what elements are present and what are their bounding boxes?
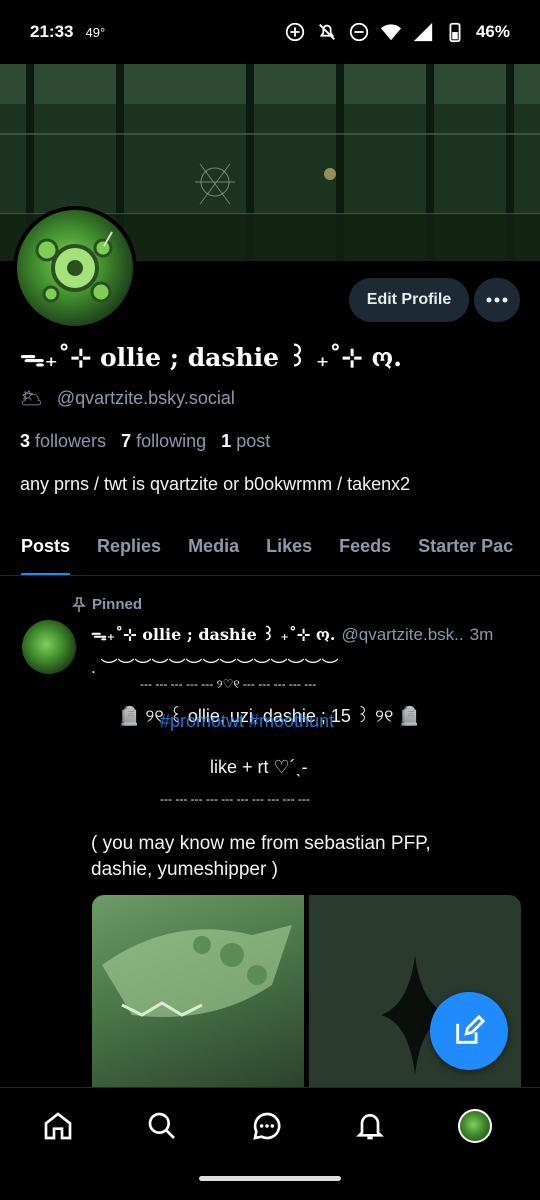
- nav-profile[interactable]: [455, 1106, 495, 1146]
- compose-icon: [456, 1014, 486, 1044]
- tab-posts[interactable]: Posts: [21, 520, 71, 575]
- post-hashtags[interactable]: #promotwt #moothunt: [160, 711, 334, 732]
- post-header: ᯓ₊˚⊹ ollie ; dashie ꒱ ₊˚⊹ ო. @qvartzite.b…: [91, 623, 493, 645]
- data-saver-icon: [285, 22, 305, 42]
- tab-feeds[interactable]: Feeds: [339, 520, 391, 575]
- tab-replies[interactable]: Replies: [97, 520, 161, 575]
- post-line-2: --- --- --- --- --- ୨♡୧ --- --- --- --- …: [140, 677, 317, 691]
- post-line-6: ( you may know me from sebastian PFP,: [91, 833, 431, 854]
- posts-stat: 1 post: [221, 431, 270, 451]
- bell-icon: [356, 1114, 384, 1140]
- wifi-icon: [380, 24, 402, 41]
- tab-starter-packs[interactable]: Starter Pac: [418, 520, 513, 575]
- profile-bio: any prns / twt is qvartzite or b0okwrmm …: [20, 474, 411, 494]
- image-1-art: [102, 925, 292, 1017]
- signal-icon: [413, 22, 433, 42]
- pin-icon: [72, 596, 86, 612]
- more-options-button[interactable]: [474, 278, 520, 322]
- profile-handle[interactable]: @qvartzite.bsky.social: [57, 388, 235, 409]
- edit-profile-button[interactable]: Edit Profile: [349, 278, 469, 322]
- ellipsis-icon: [486, 297, 508, 303]
- followers-count: 3: [20, 431, 31, 451]
- post-line-4: like + rt ♡´ˎ-: [210, 757, 308, 777]
- following-count: 7: [121, 431, 132, 451]
- nav-home[interactable]: [38, 1106, 78, 1146]
- display-name: ᯓ₊˚⊹ ollie ; dashie ꒱ ₊˚⊹ ო.: [20, 343, 402, 372]
- pinned-label: Pinned: [92, 596, 143, 613]
- nav-chat[interactable]: [247, 1106, 287, 1146]
- battery-icon: [449, 22, 461, 43]
- post-author-name[interactable]: ᯓ₊˚⊹ ollie ; dashie ꒱ ₊˚⊹ ო.: [91, 625, 335, 644]
- post-time[interactable]: 3m: [470, 625, 494, 644]
- home-icon: [44, 1112, 72, 1140]
- following-label: following: [136, 431, 207, 451]
- following-stat[interactable]: 7 following: [121, 431, 216, 451]
- chat-icon: [253, 1112, 281, 1140]
- avatar-image: [17, 210, 133, 326]
- nav-search[interactable]: [142, 1106, 182, 1146]
- pinned-indicator: Pinned: [72, 596, 142, 613]
- post-author-handle[interactable]: @qvartzite.bsk..: [341, 625, 463, 644]
- post-image-1[interactable]: [92, 895, 304, 1087]
- profile-avatar[interactable]: [13, 206, 137, 330]
- post-line-1: . ︶︶︶︶︶︶︶︶︶︶︶︶︶︶: [91, 658, 339, 677]
- post-author-avatar[interactable]: [22, 620, 76, 674]
- dnd-icon: [349, 22, 369, 42]
- nav-notifications[interactable]: [350, 1106, 390, 1146]
- tab-likes[interactable]: Likes: [266, 520, 312, 575]
- status-icons: 46%: [284, 21, 510, 43]
- profile-tabs: Posts Replies Media Likes Feeds Starter …: [0, 520, 540, 576]
- tab-media[interactable]: Media: [188, 520, 239, 575]
- profile-avatar-small: [458, 1109, 492, 1143]
- posts-count: 1: [221, 431, 232, 451]
- profile-stats: 3 followers 7 following 1 post: [20, 431, 270, 452]
- post-line-5: --- --- --- --- --- --- --- --- --- ---: [160, 792, 310, 806]
- followers-label: followers: [35, 431, 107, 451]
- status-bar: 21:33 49° 46%: [0, 0, 540, 64]
- followers-stat[interactable]: 3 followers: [20, 431, 116, 451]
- status-temperature: 49°: [85, 24, 106, 40]
- search-icon: [148, 1112, 175, 1139]
- status-time: 21:33: [30, 22, 74, 41]
- mute-icon: [318, 24, 335, 40]
- compose-button[interactable]: [430, 992, 508, 1070]
- bottom-navigation: [0, 1087, 540, 1200]
- posts-label: post: [236, 431, 271, 451]
- post-line-7: dashie, yumeshipper ): [91, 859, 278, 880]
- battery-percent: 46%: [475, 22, 510, 41]
- home-indicator[interactable]: [199, 1176, 341, 1181]
- handle-row: 🌥 @qvartzite.bsky.social: [20, 388, 235, 409]
- sun-emoji-icon: 🌥: [20, 388, 43, 408]
